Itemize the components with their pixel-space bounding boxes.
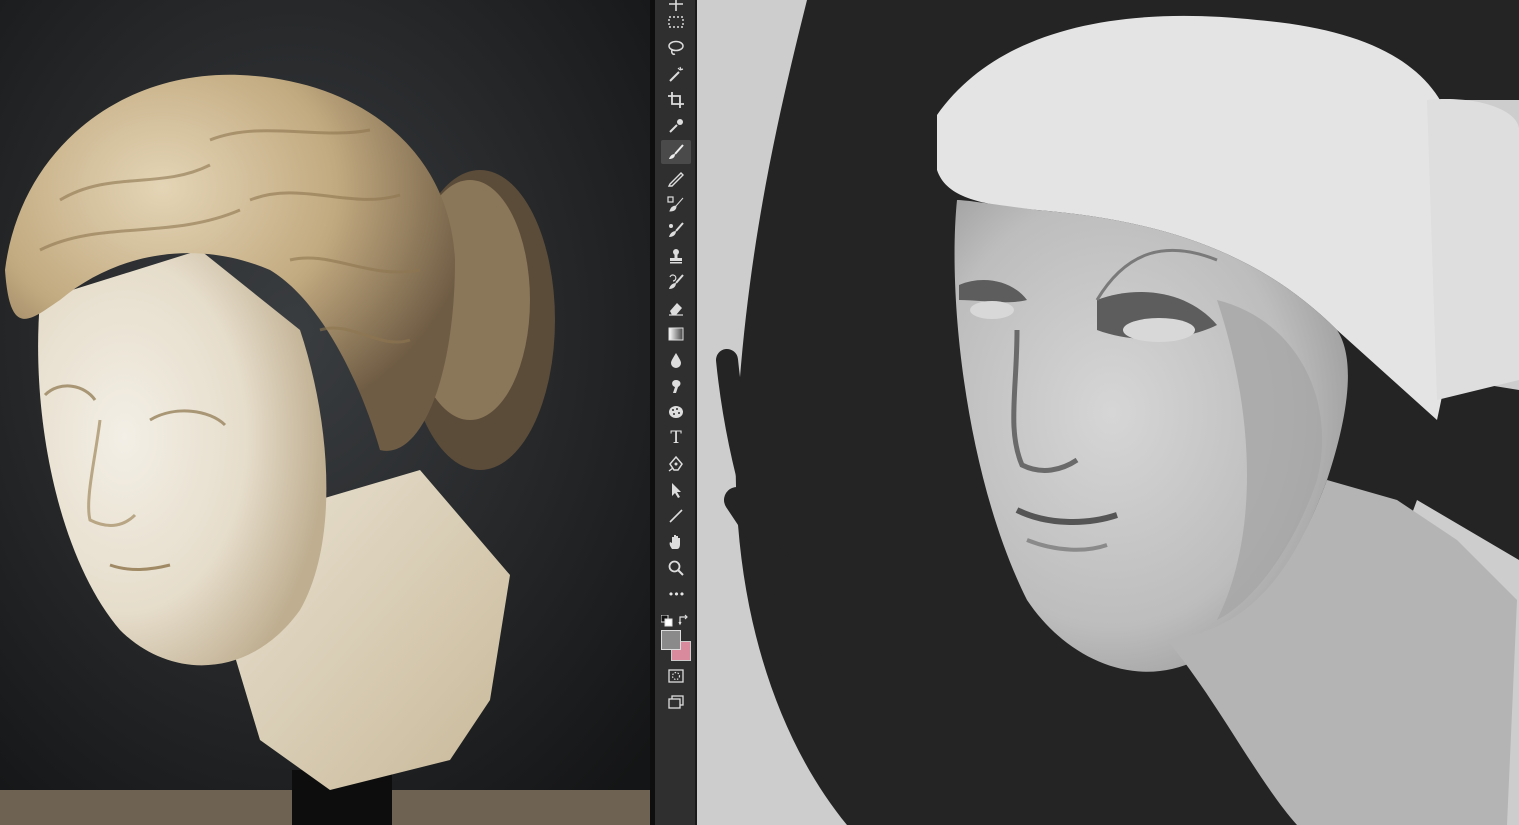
pen-tool-icon[interactable] <box>661 452 691 476</box>
pencil-tool-icon[interactable] <box>661 166 691 190</box>
rectangular-marquee-tool-icon[interactable] <box>661 10 691 34</box>
foreground-color-swatch[interactable] <box>661 630 681 650</box>
crop-tool-icon[interactable] <box>661 88 691 112</box>
smudge-tool-icon[interactable] <box>661 374 691 398</box>
blur-tool-icon[interactable] <box>661 348 691 372</box>
mixer-brush-tool-icon[interactable] <box>661 218 691 242</box>
eyedropper-tool-icon[interactable] <box>661 114 691 138</box>
sponge-tool-icon[interactable] <box>661 400 691 424</box>
color-replacement-tool-icon[interactable] <box>661 192 691 216</box>
history-brush-tool-icon[interactable] <box>661 270 691 294</box>
quick-mask-icon[interactable] <box>661 664 691 688</box>
brush-tool-icon[interactable] <box>661 140 691 164</box>
lasso-tool-icon[interactable] <box>661 36 691 60</box>
tools-panel: T ••• <box>655 0 697 825</box>
gradient-tool-icon[interactable] <box>661 322 691 346</box>
zoom-tool-icon[interactable] <box>661 556 691 580</box>
hand-tool-icon[interactable] <box>661 530 691 554</box>
screen-mode-icon[interactable] <box>661 690 691 714</box>
painting-canvas[interactable] <box>697 0 1519 825</box>
magic-wand-tool-icon[interactable] <box>661 62 691 86</box>
default-colors-icon[interactable] <box>660 612 673 627</box>
eraser-tool-icon[interactable] <box>661 296 691 320</box>
type-tool-glyph: T <box>670 427 682 448</box>
grayscale-painting-study <box>697 0 1519 825</box>
path-selection-tool-icon[interactable] <box>661 478 691 502</box>
marble-head-photo <box>0 0 650 825</box>
clone-stamp-tool-icon[interactable] <box>661 244 691 268</box>
more-tools-icon[interactable]: ••• <box>661 582 691 606</box>
swap-colors-icon[interactable] <box>678 611 690 626</box>
more-tools-glyph: ••• <box>667 587 685 601</box>
line-tool-icon[interactable] <box>661 504 691 528</box>
type-tool-icon[interactable]: T <box>661 426 691 450</box>
reference-image <box>0 0 650 825</box>
